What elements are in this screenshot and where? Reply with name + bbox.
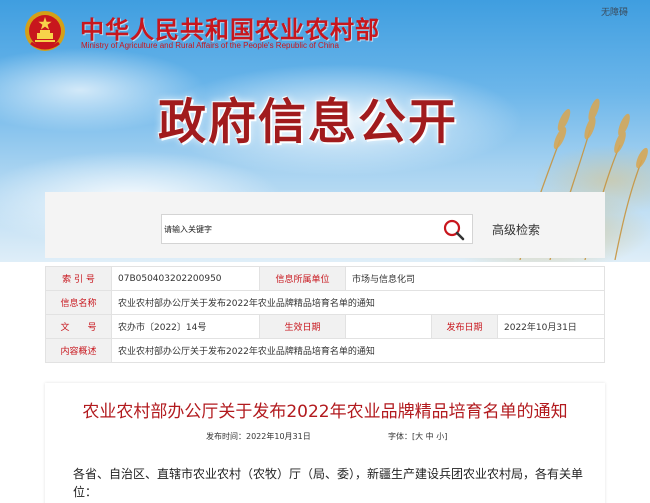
summary-value: 农业农村部办公厅关于发布2022年农业品牌精品培育名单的通知 (111, 338, 605, 363)
doc-number-value: 农办市〔2022〕14号 (111, 314, 260, 339)
national-emblem-icon (25, 11, 65, 51)
metadata-row: 文 号 农办市〔2022〕14号 生效日期 发布日期 2022年10月31日 (45, 314, 605, 339)
ministry-name-cn[interactable]: 中华人民共和国农业农村部 (80, 10, 380, 45)
article-title: 农业农村部办公厅关于发布2022年农业品牌精品培育名单的通知 (82, 402, 568, 422)
search-panel: 高级检索 (45, 192, 605, 258)
top-bar: 中华人民共和国农业农村部 Ministry of Agriculture and… (0, 0, 650, 60)
summary-label: 内容概述 (45, 338, 112, 363)
article-panel: 农业农村部办公厅关于发布2022年农业品牌精品培育名单的通知 发布时间：2022… (45, 383, 605, 503)
metadata-row: 信息名称 农业农村部办公厅关于发布2022年农业品牌精品培育名单的通知 (45, 290, 605, 315)
advanced-search-link[interactable]: 高级检索 (492, 221, 540, 238)
name-label: 信息名称 (45, 290, 112, 315)
effective-date-value (345, 314, 432, 339)
document-metadata-table: 索 引 号 07B050403202200950 信息所属单位 市场与信息化司 … (45, 266, 605, 363)
page-hero-title: 政府信息公开 (158, 94, 459, 150)
article-publish-time: 发布时间：2022年10月31日 (206, 432, 311, 441)
index-value: 07B050403202200950 (111, 266, 260, 291)
name-value: 农业农村部办公厅关于发布2022年农业品牌精品培育名单的通知 (111, 290, 605, 315)
effective-date-label: 生效日期 (259, 314, 346, 339)
publish-date-value: 2022年10月31日 (497, 314, 605, 339)
unit-label: 信息所属单位 (259, 266, 346, 291)
font-size-control: 字体：[大 中 小] (388, 431, 447, 442)
unit-value: 市场与信息化司 (345, 266, 605, 291)
doc-number-label: 文 号 (45, 314, 112, 339)
search-box (161, 214, 473, 244)
index-label: 索 引 号 (45, 266, 112, 291)
search-icon[interactable] (442, 218, 466, 242)
metadata-row: 内容概述 农业农村部办公厅关于发布2022年农业品牌精品培育名单的通知 (45, 338, 605, 363)
article-body: 各省、自治区、直辖市农业农村（农牧）厅（局、委），新疆生产建设兵团农业农村局，各… (73, 467, 584, 499)
search-input[interactable] (162, 215, 422, 243)
ministry-name-en[interactable]: Ministry of Agriculture and Rural Affair… (81, 41, 339, 50)
font-size-label: 字体： (388, 432, 412, 441)
accessibility-link[interactable]: 无障碍 (601, 5, 628, 18)
publish-date-label: 发布日期 (431, 314, 498, 339)
font-size-options[interactable]: [大 中 小] (412, 432, 447, 441)
metadata-row: 索 引 号 07B050403202200950 信息所属单位 市场与信息化司 (45, 266, 605, 291)
